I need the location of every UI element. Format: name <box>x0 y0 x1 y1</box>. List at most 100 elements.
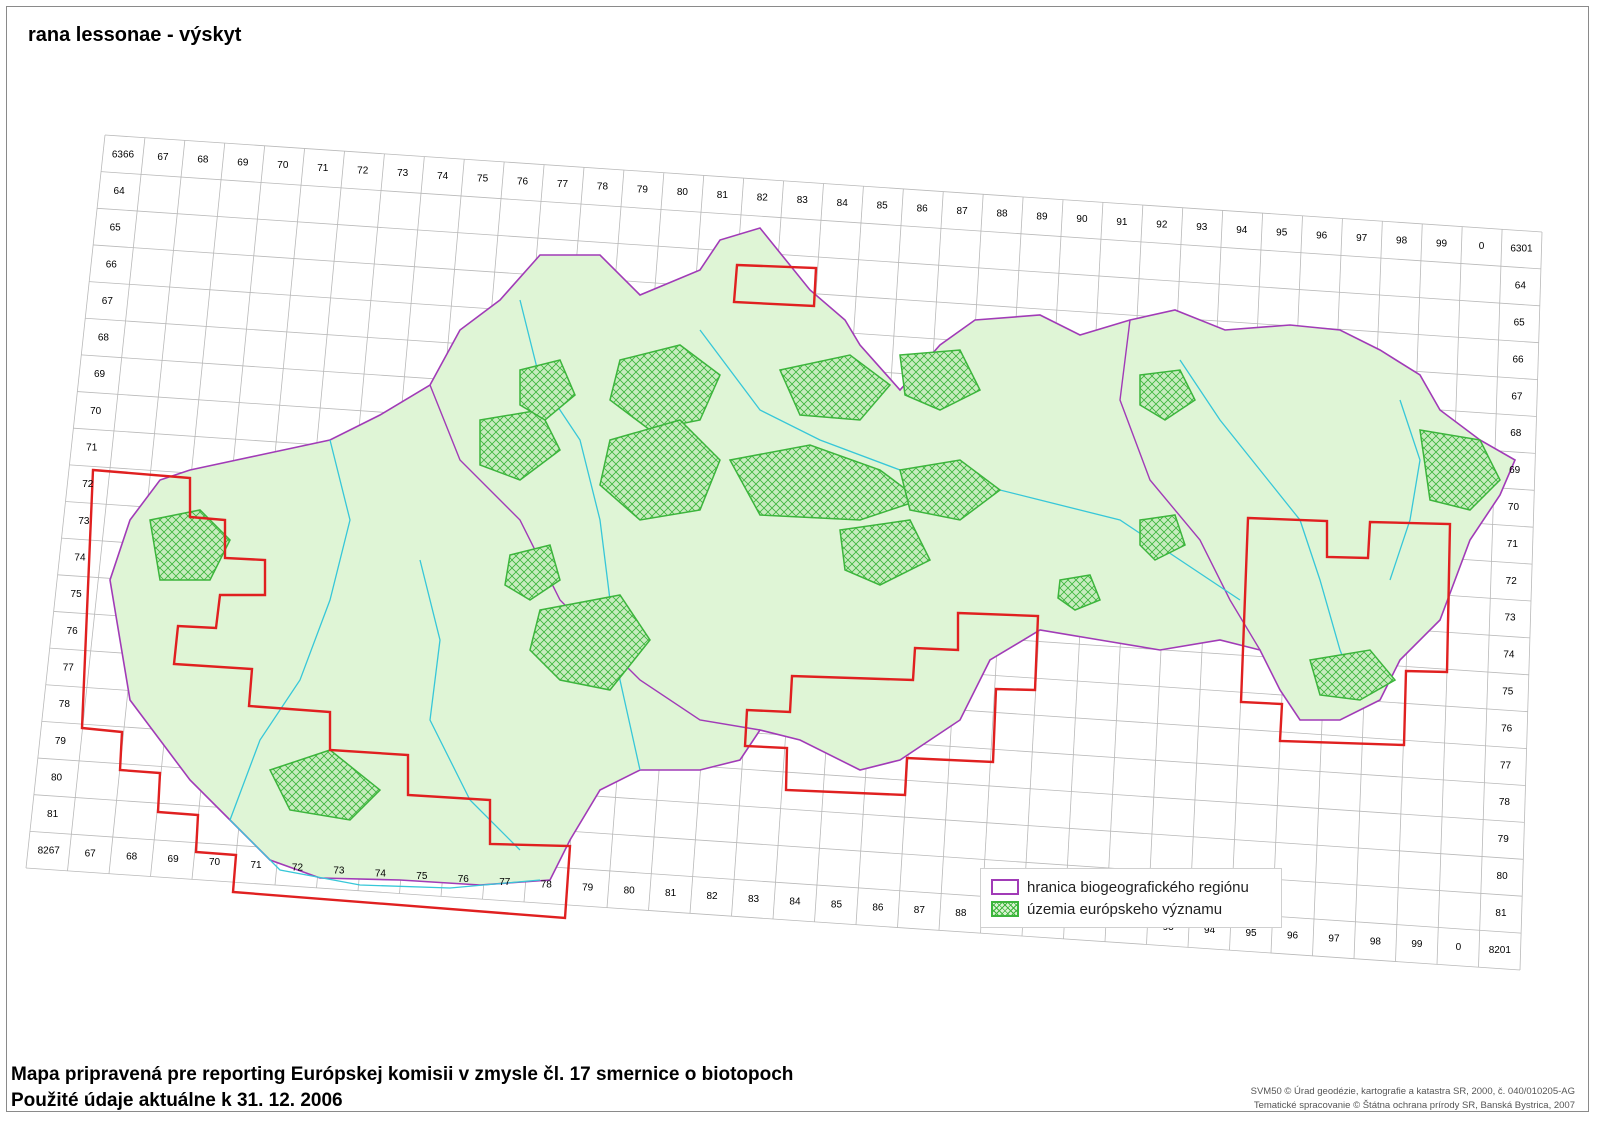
legend-label-natura: územia európskeho významu <box>1027 900 1223 918</box>
grid-label-top: 86 <box>917 203 929 214</box>
map-canvas: 6366 67 68 69 70 71 72 73 74 75 76 77 78 79 80 81 82 83 84… <box>25 134 1543 971</box>
grid-line <box>101 171 1541 270</box>
grid-label-bottom: 8201 <box>1489 945 1512 956</box>
grid-label-top: 72 <box>357 166 369 177</box>
grid-label-right: 73 <box>1505 613 1517 624</box>
grid-label-bottom: 70 <box>209 857 221 868</box>
grid-label-left: 68 <box>98 333 110 344</box>
legend: hranica biogeografického regiónu územia … <box>980 868 1282 928</box>
grid-label-right: 64 <box>1515 281 1527 292</box>
grid-label-right: 69 <box>1509 465 1521 476</box>
grid-line <box>104 134 1543 233</box>
grid-label-top: 93 <box>1196 222 1208 233</box>
grid-label-bottom: 71 <box>250 860 262 871</box>
legend-swatch-region-border <box>991 879 1019 895</box>
grid-label-top: 69 <box>237 157 249 168</box>
grid-label-bottom: 98 <box>1370 936 1382 947</box>
grid-label-top: 83 <box>797 195 809 206</box>
grid-label-left: 64 <box>114 186 126 197</box>
grid-label-bottom: 67 <box>85 849 97 860</box>
grid-label-left: 75 <box>71 589 83 600</box>
grid-label-bottom: 99 <box>1411 939 1423 950</box>
grid-label-top: 77 <box>557 179 569 190</box>
grid-label-bottom: 96 <box>1287 931 1299 942</box>
grid-label-top: 98 <box>1396 236 1408 247</box>
grid-label-top: 6301 <box>1510 244 1533 255</box>
grid-label-top: 73 <box>397 168 409 179</box>
grid-label-top: 75 <box>477 174 489 185</box>
grid-label-top: 90 <box>1076 214 1088 225</box>
grid-label-bottom: 86 <box>872 902 884 913</box>
grid-label-top: 95 <box>1276 228 1288 239</box>
grid-label-top: 78 <box>597 182 609 193</box>
grid-label-top: 68 <box>197 155 209 166</box>
grid-label-left: 78 <box>59 699 71 710</box>
grid-label-top: 97 <box>1356 233 1368 244</box>
grid-label-top: 94 <box>1236 225 1248 236</box>
grid-label-bottom: 87 <box>914 905 926 916</box>
grid-label-left: 70 <box>90 406 102 417</box>
grid-label-bottom: 78 <box>541 880 553 891</box>
grid-label-bottom: 73 <box>333 866 345 877</box>
grid-label-left: 67 <box>102 296 114 307</box>
grid-label-top: 96 <box>1316 230 1328 241</box>
grid-label-bottom: 83 <box>748 894 760 905</box>
credit-line-2: Tematické spracovanie © Štátna ochrana p… <box>1253 1100 1575 1111</box>
credit-line-1: SVM50 © Úrad geodézie, kartografie a kat… <box>1250 1086 1575 1097</box>
grid-label-left: 76 <box>67 626 79 637</box>
grid-label-left: 72 <box>82 479 94 490</box>
grid-label-bottom: 82 <box>707 891 719 902</box>
grid-label-right: 67 <box>1511 391 1523 402</box>
grid-label-bottom: 77 <box>499 877 511 888</box>
grid-label-top: 67 <box>157 152 169 163</box>
grid-label-bottom: 72 <box>292 863 304 874</box>
grid-label-right: 66 <box>1512 354 1524 365</box>
grid-label-bottom: 81 <box>665 888 677 899</box>
grid-label-top: 80 <box>677 187 689 198</box>
grid-label-right: 75 <box>1502 687 1514 698</box>
grid-label-top: 70 <box>277 160 289 171</box>
grid-label-bottom: 97 <box>1328 933 1340 944</box>
legend-item-region-border: hranica biogeografického regiónu <box>991 877 1249 897</box>
grid-line <box>29 830 1522 934</box>
grid-label-top: 79 <box>637 184 649 195</box>
grid-label-right: 78 <box>1499 797 1511 808</box>
grid-label-top: 82 <box>757 192 769 203</box>
grid-label-bottom: 79 <box>582 883 594 894</box>
grid-label-top: 99 <box>1436 238 1448 249</box>
grid-label-top: 71 <box>317 163 329 174</box>
footer-line-2: Použité údaje aktuálne k 31. 12. 2006 <box>11 1090 343 1111</box>
grid-label-top: 0 <box>1479 241 1485 252</box>
grid-label-bottom: 80 <box>624 885 636 896</box>
grid-label-right: 79 <box>1498 834 1510 845</box>
grid-label-bottom: 84 <box>789 897 801 908</box>
grid-label-right: 76 <box>1501 723 1513 734</box>
grid-label-top: 6366 <box>112 149 135 160</box>
footer-line-1: Mapa pripravená pre reporting Európskej … <box>11 1064 794 1085</box>
grid-line <box>25 867 1521 971</box>
grid-label-top: 85 <box>877 201 889 212</box>
grid-label-right: 70 <box>1508 502 1520 513</box>
grid-label-left: 73 <box>78 516 90 527</box>
grid-label-left: 71 <box>86 443 98 454</box>
grid-label-bottom: 8267 <box>38 846 61 857</box>
grid-label-left: 65 <box>110 223 122 234</box>
grid-label-right: 68 <box>1510 428 1522 439</box>
grid-label-top: 81 <box>717 190 729 201</box>
grid-label-right: 74 <box>1503 650 1515 661</box>
grid-label-bottom: 69 <box>168 854 180 865</box>
grid-label-top: 84 <box>837 198 849 209</box>
grid-label-bottom: 88 <box>955 908 967 919</box>
grid-label-left: 81 <box>47 809 59 820</box>
grid-label-right: 80 <box>1497 871 1509 882</box>
grid-label-bottom: 0 <box>1456 942 1462 953</box>
grid-label-top: 92 <box>1156 219 1168 230</box>
grid-label-top: 76 <box>517 176 529 187</box>
grid-label-top: 87 <box>957 206 969 217</box>
grid-label-left: 66 <box>106 259 118 270</box>
grid-label-left: 77 <box>63 662 75 673</box>
legend-label-region-border: hranica biogeografického regiónu <box>1027 878 1249 896</box>
grid-label-left: 69 <box>94 369 106 380</box>
grid-label-bottom: 85 <box>831 899 843 910</box>
grid-label-right: 71 <box>1507 539 1519 550</box>
